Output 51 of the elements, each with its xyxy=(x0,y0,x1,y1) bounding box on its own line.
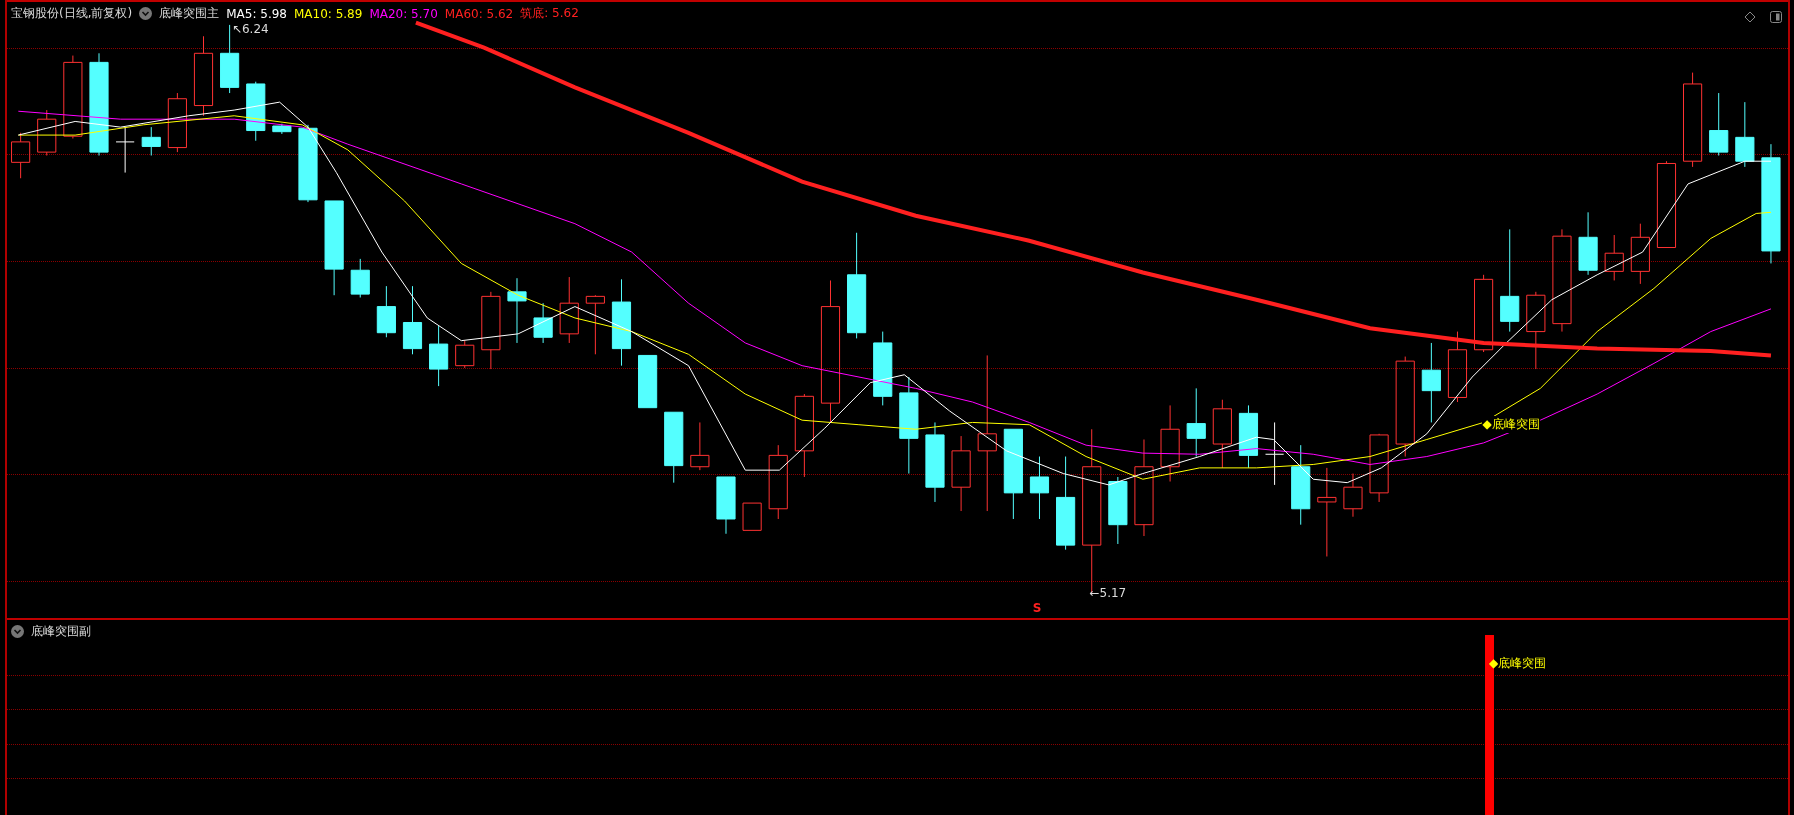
candlestick xyxy=(11,132,31,179)
chevron-icon[interactable] xyxy=(11,625,24,638)
indicator-value: MA10: 5.89 xyxy=(293,6,363,21)
candlestick xyxy=(1212,399,1232,469)
indicator-name: 底峰突围主 xyxy=(159,5,220,22)
candlestick xyxy=(533,302,553,344)
candlestick xyxy=(638,354,658,409)
candlestick xyxy=(376,285,396,338)
indicator-value: 筑底: 5.62 xyxy=(520,5,579,22)
high-price-label: ↖6.24 xyxy=(231,22,269,37)
candlestick xyxy=(37,109,57,157)
candlestick xyxy=(716,476,736,535)
candlestick xyxy=(585,294,605,355)
signal-label: ◆底峰突围 xyxy=(1482,415,1540,433)
candlestick xyxy=(1369,433,1389,503)
candlestick xyxy=(1238,404,1259,469)
candlestick xyxy=(1604,234,1624,281)
chevron-icon[interactable] xyxy=(139,7,153,20)
candlestick xyxy=(246,81,266,142)
candlestick xyxy=(141,126,161,157)
candlestick xyxy=(690,421,710,471)
candlestick xyxy=(507,277,527,344)
low-price-label: ←5.17 xyxy=(1089,586,1127,601)
candlestick xyxy=(1709,92,1729,157)
panel-toggle-icon[interactable] xyxy=(1770,11,1782,23)
indicator-value: MA5: 5.98 xyxy=(226,6,287,21)
indicator-value: MA60: 5.62 xyxy=(444,6,514,21)
candlestick xyxy=(1029,456,1050,520)
candlestick xyxy=(1735,101,1755,168)
candlestick xyxy=(402,285,423,355)
candlestick xyxy=(559,276,579,344)
candlestick xyxy=(1265,421,1285,486)
signal-label: ◆底峰突围 xyxy=(1489,655,1547,672)
candlestick xyxy=(1108,476,1128,545)
stock-title: 宝钢股份(日线,前复权) xyxy=(11,5,133,22)
indicator-value: MA20: 5.70 xyxy=(369,6,438,21)
candlestick xyxy=(1343,473,1363,518)
candlestick xyxy=(1578,211,1598,276)
candlestick xyxy=(1186,387,1206,457)
candlestick xyxy=(429,325,449,387)
candlestick xyxy=(1447,331,1468,403)
signal-mark: S xyxy=(1032,600,1042,615)
candlestick xyxy=(115,126,135,174)
candlestick xyxy=(1630,223,1650,285)
candlestick xyxy=(350,258,370,298)
diamond-icon[interactable] xyxy=(1744,11,1756,23)
candlestick xyxy=(272,123,292,135)
indicator-name: 底峰突围副 xyxy=(31,623,91,640)
candlestick xyxy=(455,340,475,369)
candlestick xyxy=(167,92,187,153)
candlestick xyxy=(742,502,762,531)
